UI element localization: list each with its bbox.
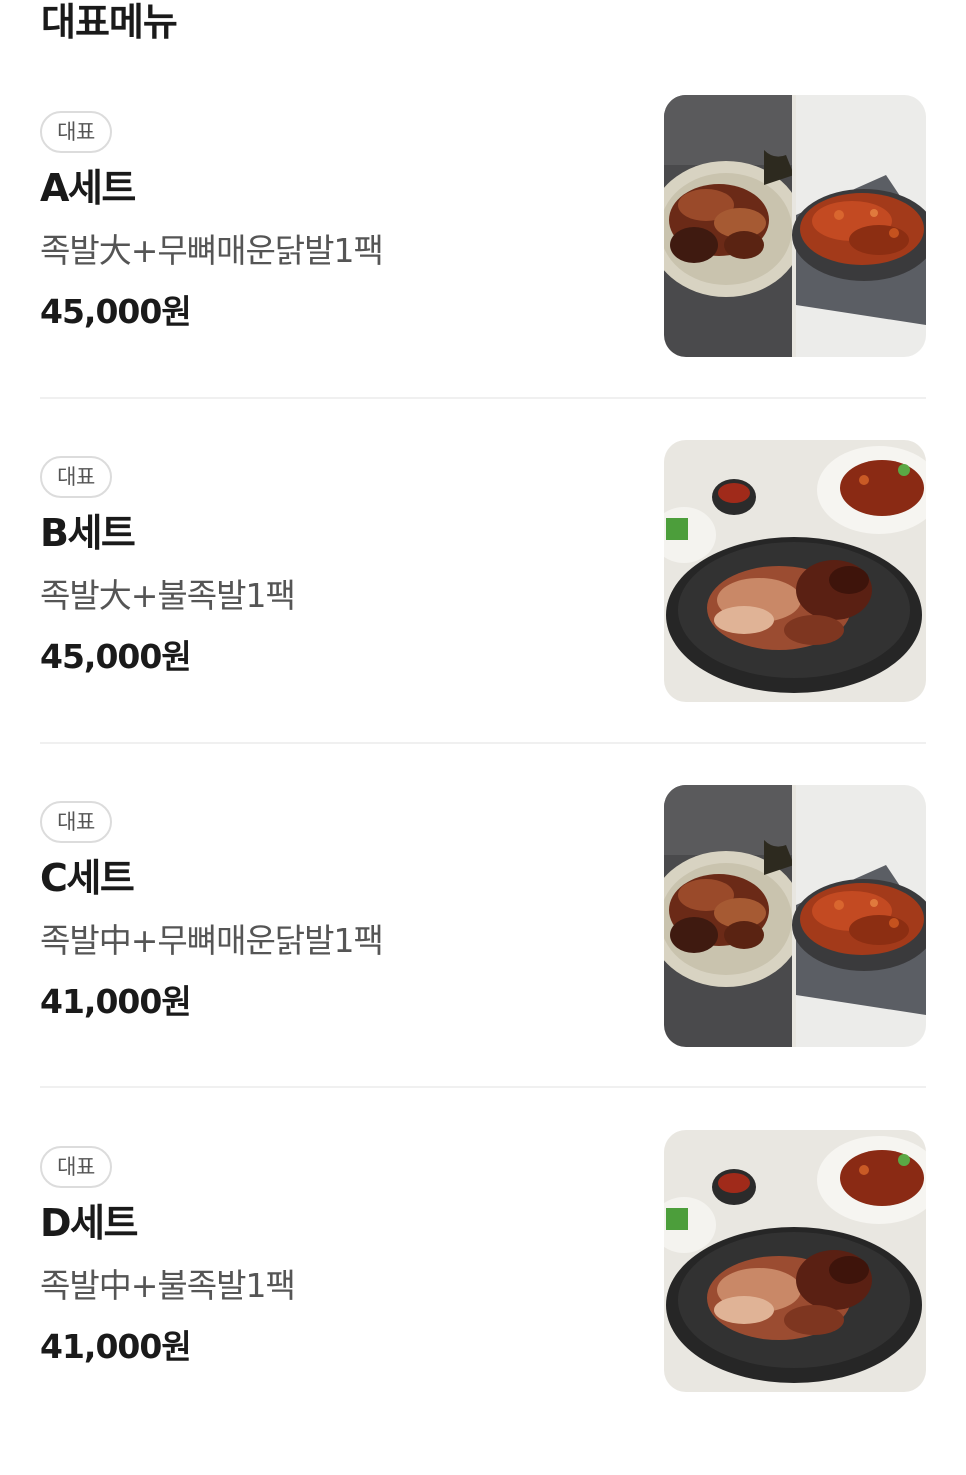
divider [40, 1086, 926, 1088]
menu-item-d-set[interactable]: 대표 D세트 족발中+불족발1팩 41,000원 [40, 1130, 926, 1475]
signature-badge: 대표 [40, 456, 112, 498]
menu-item-b-set[interactable]: 대표 B세트 족발大+불족발1팩 45,000원 [40, 440, 926, 785]
menu-item-thumbnail[interactable] [664, 1130, 926, 1392]
split-jokbal-dakbal-photo-icon [664, 95, 926, 357]
menu-item-name: C세트 [40, 856, 135, 900]
menu-item-thumbnail[interactable] [664, 95, 926, 357]
signature-badge: 대표 [40, 801, 112, 843]
menu-item-thumbnail[interactable] [664, 440, 926, 702]
signature-badge: 대표 [40, 1146, 112, 1188]
menu-item-description: 족발大+무뼈매운닭발1팩 [40, 231, 384, 270]
menu-item-name: D세트 [40, 1201, 138, 1245]
menu-item-description: 족발中+불족발1팩 [40, 1266, 296, 1305]
split-jokbal-dakbal-photo-icon [664, 785, 926, 1047]
menu-item-a-set[interactable]: 대표 A세트 족발大+무뼈매운닭발1팩 45,000원 [40, 95, 926, 440]
menu-item-price: 45,000원 [40, 292, 192, 331]
menu-item-description: 족발大+불족발1팩 [40, 576, 296, 615]
divider [40, 397, 926, 399]
section-title: 대표메뉴 [41, 0, 178, 44]
menu-item-thumbnail[interactable] [664, 785, 926, 1047]
menu-item-description: 족발中+무뼈매운닭발1팩 [40, 921, 384, 960]
jokbal-platter-photo-icon [664, 1130, 926, 1392]
menu-item-price: 45,000원 [40, 637, 192, 676]
menu-item-price: 41,000원 [40, 982, 192, 1021]
menu-item-c-set[interactable]: 대표 C세트 족발中+무뼈매운닭발1팩 41,000원 [40, 785, 926, 1130]
jokbal-platter-photo-icon [664, 440, 926, 702]
signature-badge: 대표 [40, 111, 112, 153]
menu-item-name: A세트 [40, 166, 136, 210]
divider [40, 742, 926, 744]
menu-item-name: B세트 [40, 511, 136, 555]
menu-item-price: 41,000원 [40, 1327, 192, 1366]
